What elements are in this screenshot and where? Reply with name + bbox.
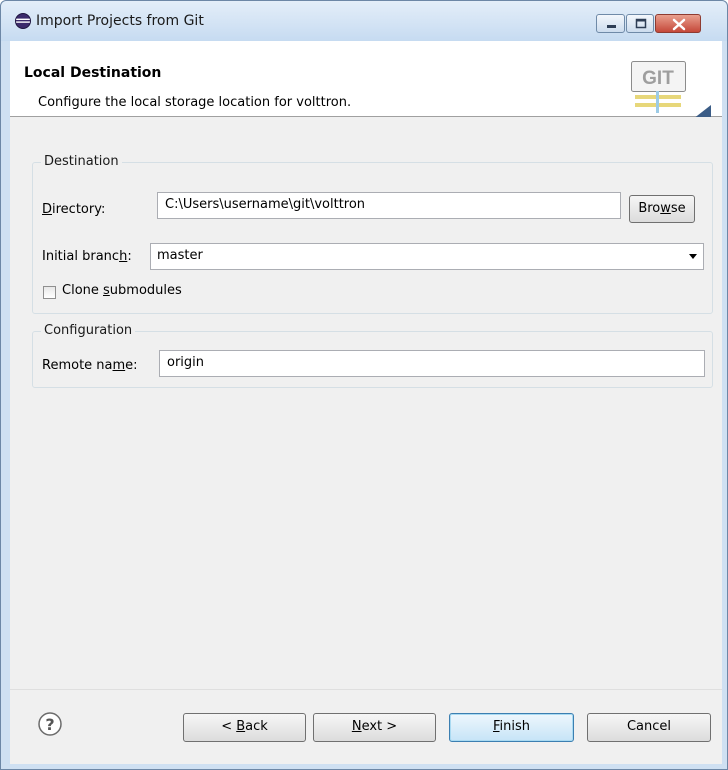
close-icon <box>672 18 686 31</box>
git-logo-text: GIT <box>642 68 674 89</box>
finish-button[interactable]: Finish <box>449 713 574 742</box>
directory-input[interactable]: C:\Users\username\git\volttron <box>157 192 621 219</box>
help-icon[interactable]: ? <box>38 712 62 736</box>
remote-name-input[interactable]: origin <box>159 350 705 377</box>
initial-branch-value: master <box>157 248 203 263</box>
wizard-content: Destination Directory: C:\Users\username… <box>10 117 722 689</box>
window-title: Import Projects from Git <box>36 13 204 29</box>
minimize-button[interactable] <box>596 14 625 33</box>
chevron-down-icon <box>689 254 697 259</box>
svg-text:?: ? <box>45 715 54 734</box>
directory-label: Directory: <box>42 202 106 217</box>
configuration-group: Configuration Remote name: origin <box>32 323 713 388</box>
remote-name-value: origin <box>167 355 205 370</box>
title-bar[interactable]: Import Projects from Git <box>1 1 727 41</box>
clone-submodules-label[interactable]: Clone submodules <box>62 283 182 298</box>
initial-branch-select[interactable]: master <box>150 243 704 270</box>
page-title: Local Destination <box>24 65 162 81</box>
destination-legend: Destination <box>41 154 122 169</box>
next-button[interactable]: Next > <box>313 713 436 742</box>
configuration-legend: Configuration <box>41 323 136 338</box>
close-button[interactable] <box>655 14 701 33</box>
wizard-footer: ? < Back Next > Finish Cancel <box>10 689 722 764</box>
destination-group: Destination Directory: C:\Users\username… <box>32 154 713 314</box>
wizard-header: Local Destination Configure the local st… <box>10 41 722 117</box>
page-description: Configure the local storage location for… <box>38 95 352 110</box>
maximize-icon <box>635 18 647 29</box>
clone-submodules-checkbox[interactable] <box>43 286 56 299</box>
import-dialog: Import Projects from Git Local Destinati… <box>0 0 728 770</box>
directory-value: C:\Users\username\git\volttron <box>165 197 366 212</box>
git-logo-icon: GIT <box>631 61 711 119</box>
cancel-button[interactable]: Cancel <box>587 713 711 742</box>
back-button[interactable]: < Back <box>183 713 306 742</box>
maximize-button[interactable] <box>626 14 654 33</box>
browse-button[interactable]: Browse <box>629 195 695 223</box>
initial-branch-label: Initial branch: <box>42 249 132 264</box>
minimize-icon <box>607 25 616 28</box>
remote-name-label: Remote name: <box>42 358 138 373</box>
eclipse-icon <box>15 13 31 29</box>
